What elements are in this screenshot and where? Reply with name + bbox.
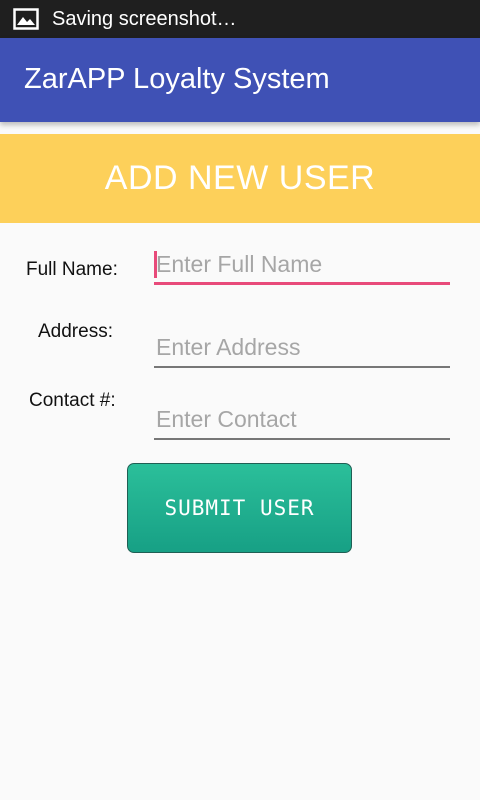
submit-user-button[interactable]: SUBMIT USER [127,463,352,553]
page-title: ADD NEW USER [104,159,376,197]
contact-underline [154,438,450,440]
text-cursor [154,251,157,278]
contact-input[interactable] [154,400,450,438]
image-icon [13,8,39,30]
full-name-underline [154,282,450,285]
status-notification-text: Saving screenshot… [52,8,237,30]
full-name-label: Full Name: [26,259,118,280]
app-bar: ZarAPP Loyalty System [0,38,480,122]
address-underline [154,366,450,368]
page-header-banner: ADD NEW USER [0,134,480,223]
full-name-input[interactable] [154,245,450,283]
status-bar: Saving screenshot… [0,0,480,38]
contact-label: Contact #: [29,390,116,411]
address-field[interactable] [154,328,450,368]
address-input[interactable] [154,328,450,366]
contact-field[interactable] [154,400,450,440]
app-title: ZarAPP Loyalty System [24,63,330,95]
full-name-field[interactable] [154,245,450,285]
address-label: Address: [38,321,113,342]
